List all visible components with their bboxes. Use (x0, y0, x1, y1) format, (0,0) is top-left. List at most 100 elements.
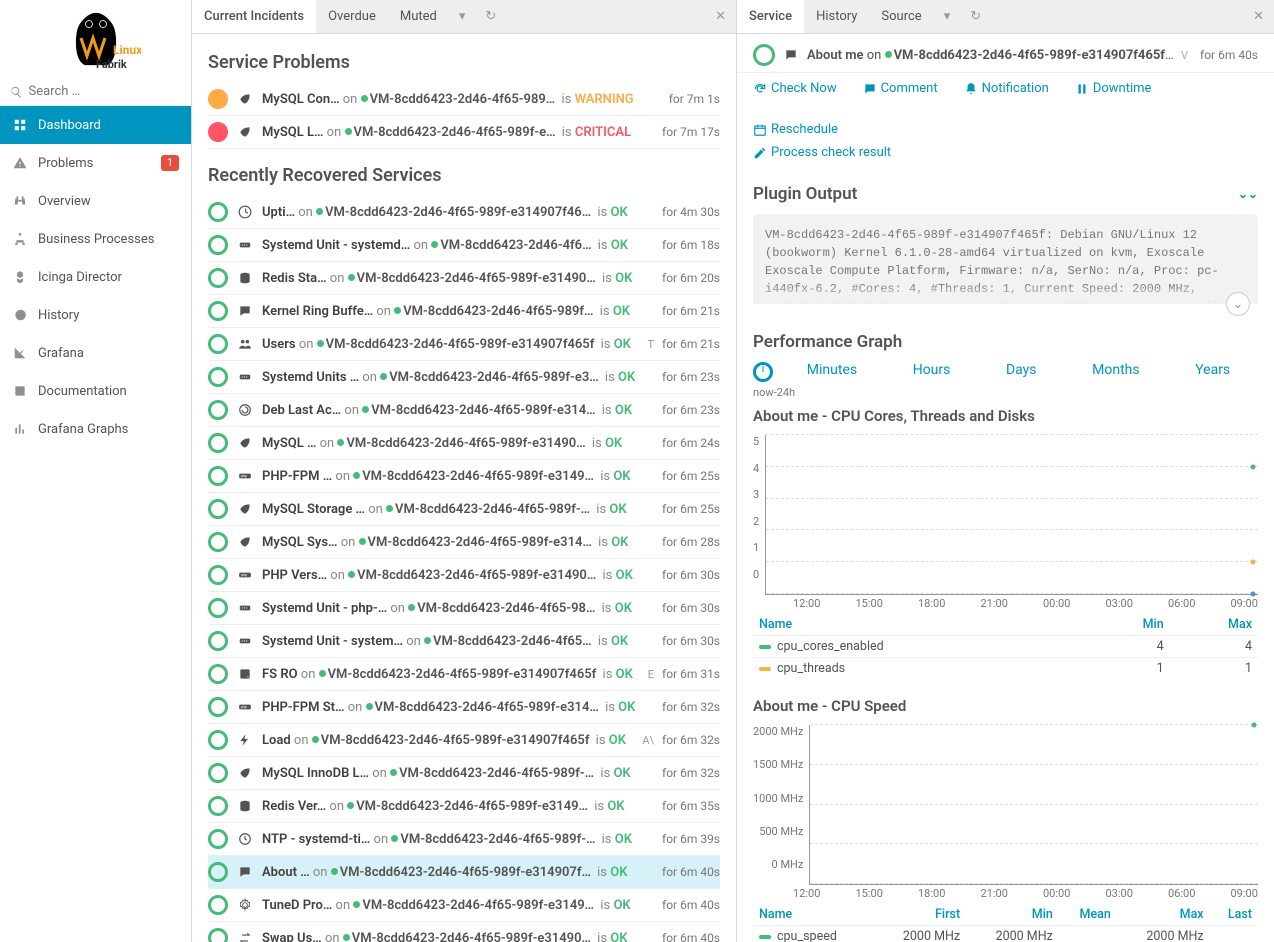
nav-item-grafana[interactable]: Grafana (0, 334, 191, 372)
php-icon: php (238, 568, 254, 583)
service-row[interactable]: Load on VM-8cdd6423-2d46-4f65-989f-e3149… (208, 724, 720, 757)
clock-icon[interactable] (753, 362, 773, 382)
tab-service[interactable]: Service (737, 0, 804, 33)
nav-item-business-processes[interactable]: Business Processes (0, 220, 191, 258)
service-row[interactable]: Swap Us… on VM-8cdd6423-2d46-4f65-989f-e… (208, 922, 720, 942)
clock-icon (238, 832, 254, 847)
tabs-more-icon[interactable]: ▾ (449, 0, 476, 33)
svg-text:php: php (241, 573, 247, 577)
duration: for 6m 40s (662, 865, 720, 879)
incidents-panel: Current IncidentsOverdueMuted ▾ ↻ ✕ Serv… (192, 0, 737, 942)
service-row[interactable]: FS RO on VM-8cdd6423-2d46-4f65-989f-e314… (208, 658, 720, 691)
time-range-days[interactable]: Days (1006, 362, 1037, 378)
service-row[interactable]: About … on VM-8cdd6423-2d46-4f65-989f-e3… (208, 856, 720, 889)
collapse-icon[interactable]: ⌄⌄ (1238, 187, 1258, 201)
tab-overdue[interactable]: Overdue (316, 0, 388, 33)
service-row[interactable]: MySQL Sys… on VM-8cdd6423-2d46-4f65-989f… (208, 526, 720, 559)
expand-output-icon[interactable]: ⌄ (1226, 292, 1250, 316)
service-row[interactable]: MySQL … on VM-8cdd6423-2d46-4f65-989f-e3… (208, 427, 720, 460)
section-recovered-title: Recently Recovered Services (208, 165, 720, 186)
section-problems-title: Service Problems (208, 52, 720, 73)
service-name: About me (807, 48, 864, 63)
time-range-hours[interactable]: Hours (913, 362, 951, 378)
service-row[interactable]: Redis Ver… on VM-8cdd6423-2d46-4f65-989f… (208, 790, 720, 823)
service-row[interactable]: NTP - systemd-ti… on VM-8cdd6423-2d46-4f… (208, 823, 720, 856)
close-panel-icon[interactable]: ✕ (705, 0, 736, 33)
tabs-more-icon[interactable]: ▾ (934, 0, 961, 33)
time-range-years[interactable]: Years (1195, 362, 1230, 378)
db-icon (238, 271, 254, 286)
service-row[interactable]: Upti… on VM-8cdd6423-2d46-4f65-989f-e314… (208, 196, 720, 229)
search[interactable] (0, 78, 191, 106)
data-point (1251, 592, 1256, 597)
service-row[interactable]: Systemd Units … on VM-8cdd6423-2d46-4f65… (208, 361, 720, 394)
leaf-icon (238, 92, 254, 107)
service-row[interactable]: php PHP Vers… on VM-8cdd6423-2d46-4f65-9… (208, 559, 720, 592)
service-row[interactable]: Users on VM-8cdd6423-2d46-4f65-989f-e314… (208, 328, 720, 361)
service-row[interactable]: MySQL Storage … on VM-8cdd6423-2d46-4f65… (208, 493, 720, 526)
tab-source[interactable]: Source (869, 0, 933, 33)
service-row[interactable]: php PHP-FPM … on VM-8cdd6423-2d46-4f65-9… (208, 460, 720, 493)
state-circle-ok (208, 367, 228, 387)
check-now-action[interactable]: Check Now (753, 81, 837, 96)
chart-title: About me - CPU Speed (753, 697, 1258, 715)
refresh-icon[interactable]: ↻ (960, 0, 991, 33)
nav-item-history[interactable]: History (0, 296, 191, 334)
state-circle-ok (208, 763, 228, 783)
duration: for 6m 30s (662, 634, 720, 648)
process-check-result-action[interactable]: Process check result (753, 145, 891, 160)
service-row[interactable]: Deb Last Ac… on VM-8cdd6423-2d46-4f65-98… (208, 394, 720, 427)
chart-plot[interactable] (809, 725, 1258, 885)
downtime-action[interactable]: Downtime (1075, 81, 1152, 96)
service-row[interactable]: MySQL InnoDB L… on VM-8cdd6423-2d46-4f65… (208, 757, 720, 790)
nav-item-overview[interactable]: Overview (0, 182, 191, 220)
duration: for 6m 20s (662, 271, 720, 285)
duration: for 6m 21s (662, 304, 720, 318)
service-row[interactable]: Kernel Ring Buffe… on VM-8cdd6423-2d46-4… (208, 295, 720, 328)
state-circle-ok (208, 664, 228, 684)
right-tabs: ServiceHistorySource ▾ ↻ ✕ (737, 0, 1274, 34)
service-row[interactable]: MySQL L… on VM-8cdd6423-2d46-4f65-989f-e… (208, 116, 720, 149)
nav-item-grafana-graphs[interactable]: Grafana Graphs (0, 410, 191, 448)
nav-badge: 1 (161, 155, 179, 171)
service-row[interactable]: Redis Sta… on VM-8cdd6423-2d46-4f65-989f… (208, 262, 720, 295)
state-circle-ok (208, 895, 228, 915)
time-range-label: now-24h (753, 386, 1258, 399)
search-input[interactable] (28, 84, 181, 99)
state-circle-ok (208, 928, 228, 942)
time-range-months[interactable]: Months (1092, 362, 1139, 378)
duration: for 6m 30s (662, 568, 720, 582)
nav-item-dashboard[interactable]: Dashboard (0, 106, 191, 144)
service-row[interactable]: Systemd Unit - system… on VM-8cdd6423-2d… (208, 625, 720, 658)
duration: for 6m 25s (662, 469, 720, 483)
notification-action[interactable]: Notification (964, 81, 1049, 96)
tab-current-incidents[interactable]: Current Incidents (192, 0, 316, 33)
grid-icon (12, 118, 28, 133)
nav-item-problems[interactable]: Problems1 (0, 144, 191, 182)
state-circle-warn (208, 89, 228, 109)
incidents-body: Service Problems MySQL Con… on VM-8cdd64… (192, 34, 736, 942)
host-link[interactable]: VM-8cdd6423-2d46-4f65-989f-e314907f465f (894, 48, 1174, 63)
service-row[interactable]: TuneD Pro… on VM-8cdd6423-2d46-4f65-989f… (208, 889, 720, 922)
refresh-icon[interactable]: ↻ (475, 0, 506, 33)
tab-muted[interactable]: Muted (388, 0, 449, 33)
service-row[interactable]: Systemd Unit - php-… on VM-8cdd6423-2d46… (208, 592, 720, 625)
state-circle-ok (208, 202, 228, 222)
close-panel-icon[interactable]: ✕ (1243, 0, 1274, 33)
reschedule-action[interactable]: Reschedule (753, 122, 838, 137)
service-row[interactable]: MySQL Con… on VM-8cdd6423-2d46-4f65-989…… (208, 83, 720, 116)
bolt-icon (238, 733, 254, 748)
time-range-minutes[interactable]: Minutes (807, 362, 857, 378)
service-row[interactable]: php PHP-FPM St… on VM-8cdd6423-2d46-4f65… (208, 691, 720, 724)
nav-item-icinga-director[interactable]: Icinga Director (0, 258, 191, 296)
comment-action[interactable]: Comment (863, 81, 938, 96)
duration: for 6m 18s (662, 238, 720, 252)
systemd-icon (238, 370, 254, 385)
chart-plot[interactable] (765, 435, 1258, 595)
disk-icon (238, 667, 254, 682)
tab-history[interactable]: History (804, 0, 869, 33)
duration: for 7m 17s (662, 125, 720, 139)
svg-text:Linux: Linux (113, 43, 141, 57)
service-row[interactable]: Systemd Unit - systemd… on VM-8cdd6423-2… (208, 229, 720, 262)
nav-item-documentation[interactable]: Documentation (0, 372, 191, 410)
